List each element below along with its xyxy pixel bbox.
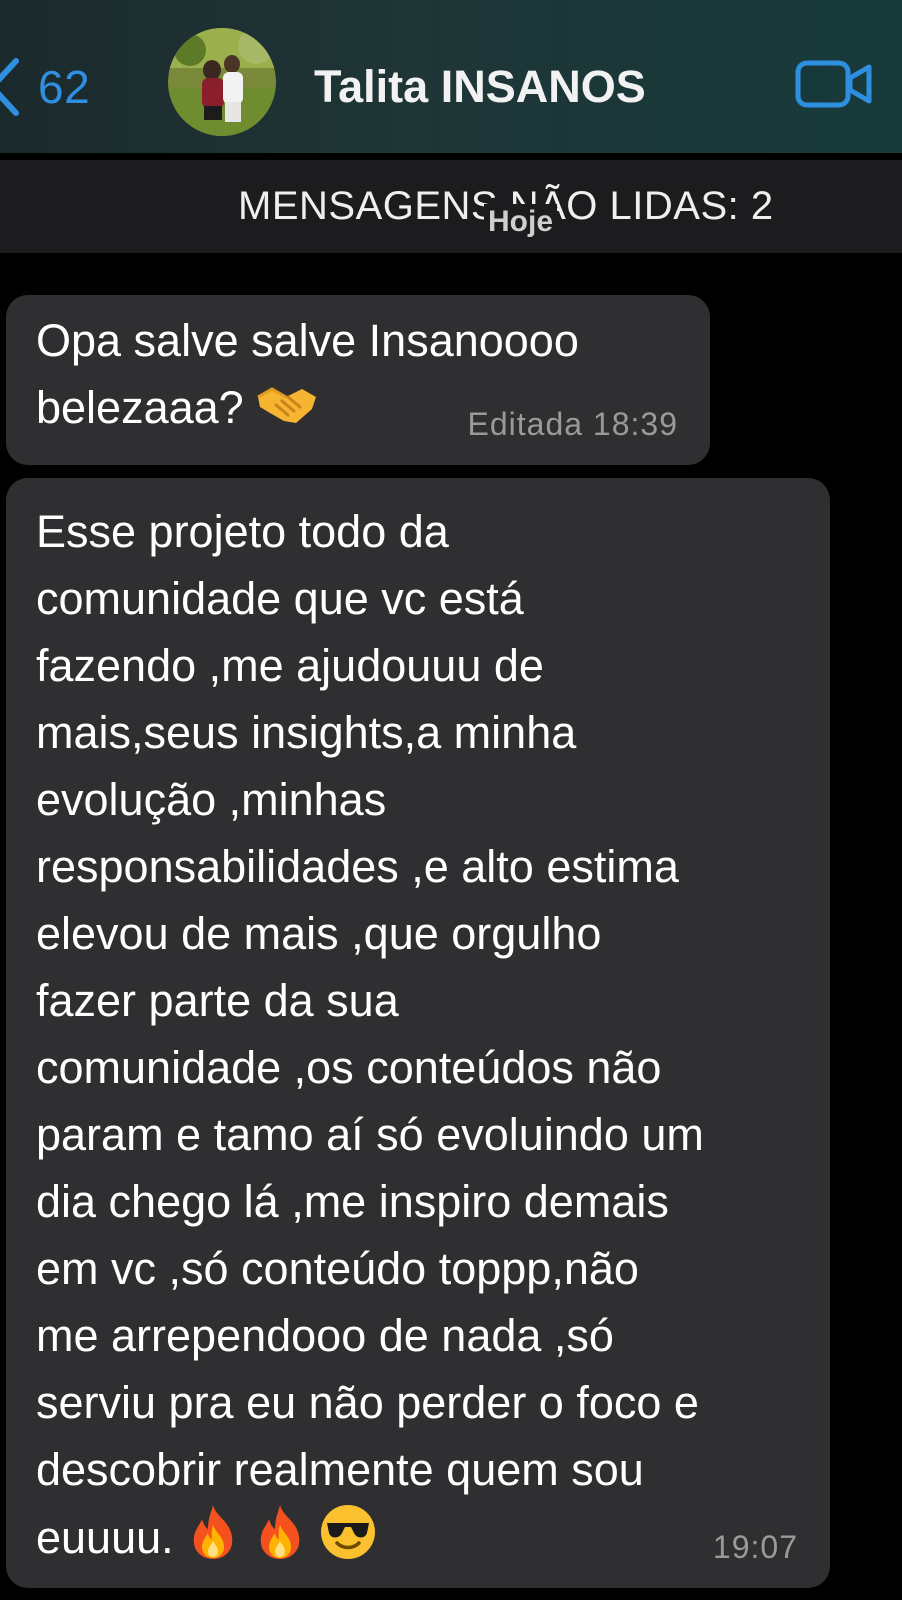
unread-banner: MENSAGENS NÃO LIDAS: 2 [0,160,902,253]
sunglasses-emoji [319,1503,377,1579]
contact-avatar[interactable] [168,28,276,136]
message-text-container: Esse projeto todo da comunidade que vc e… [36,498,816,1579]
message-bubble[interactable]: Esse projeto todo da comunidade que vc e… [6,478,830,1588]
back-button[interactable]: 62 [0,52,90,122]
contact-name[interactable]: Talita INSANOS [314,52,646,122]
fire-emoji [186,1503,240,1579]
message-text: Esse projeto todo da comunidade que vc e… [36,506,704,1563]
video-call-button[interactable] [795,60,873,113]
chat-header: 62 Talita INSANOS [0,0,902,153]
message-bubble[interactable]: Opa salve salve Insanoooo belezaaa? Edit… [6,295,710,465]
chevron-left-icon [0,57,20,117]
message-meta: Editada 18:39 [467,406,678,442]
date-label: Hoje [484,204,558,240]
video-camera-icon [795,60,873,112]
fire-emoji [253,1503,307,1579]
message-meta: 19:07 [712,1529,798,1565]
handshake-emoji [256,378,318,445]
unread-count: 62 [38,61,91,113]
